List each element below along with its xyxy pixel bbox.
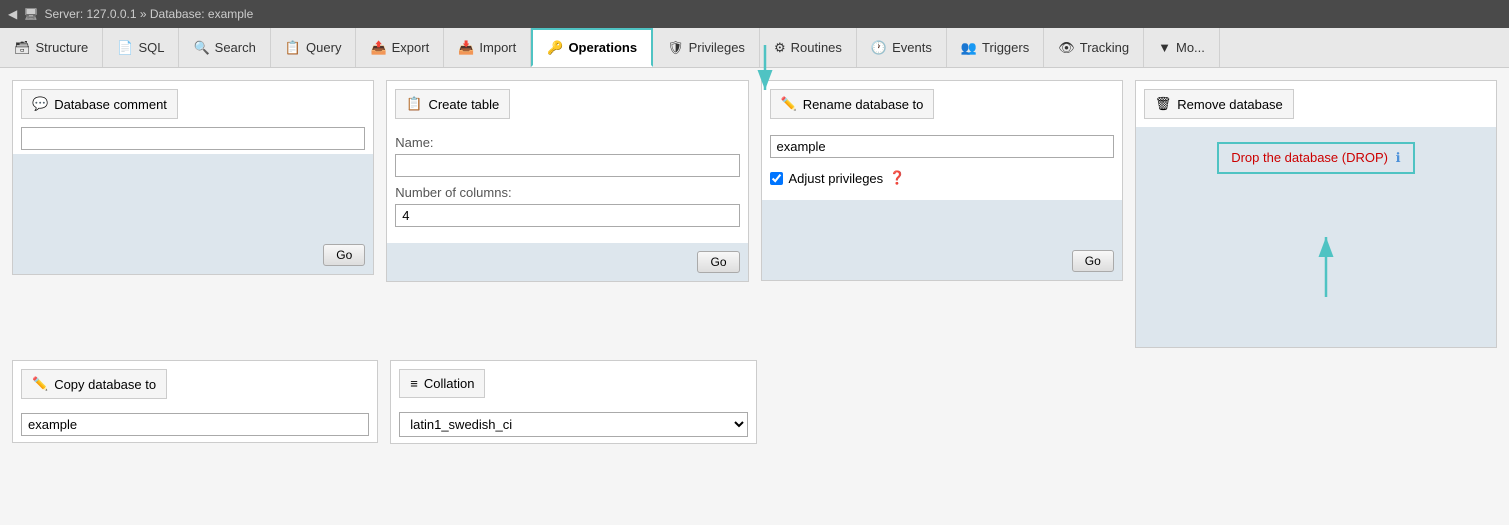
nav-more[interactable]: ▼ Mo... <box>1144 28 1220 67</box>
structure-icon: 🗃 <box>14 40 31 56</box>
rename-db-body: Adjust privileges ❓ <box>762 127 1122 200</box>
db-comment-body: Go <box>13 154 373 274</box>
rename-db-header: ✏️ Rename database to <box>770 89 935 119</box>
more-icon: ▼ <box>1158 40 1171 55</box>
server-icon: 🖥 <box>23 7 38 21</box>
create-table-header: 📋 Create table <box>395 89 510 119</box>
nav-events[interactable]: 🕐 Events <box>857 28 947 67</box>
copy-db-header: ✏️ Copy database to <box>21 369 167 399</box>
import-icon: 📥 <box>458 40 474 56</box>
collation-panel: ≡ Collation latin1_swedish_ci utf8_gener… <box>390 360 756 444</box>
search-icon: 🔍 <box>193 40 209 56</box>
rename-db-footer: Go <box>762 200 1122 280</box>
nav-tracking[interactable]: 👁 Tracking <box>1044 28 1144 67</box>
rename-db-panel: ✏️ Rename database to Adjust privileges … <box>761 80 1123 281</box>
remove-icon: 🗑 <box>1155 96 1172 112</box>
collation-body: latin1_swedish_ci utf8_general_ci utf8mb… <box>391 406 755 443</box>
copy-icon: ✏️ <box>32 376 48 392</box>
events-icon: 🕐 <box>871 40 887 56</box>
nav-search[interactable]: 🔍 Search <box>179 28 270 67</box>
nav-import[interactable]: 📥 Import <box>444 28 531 67</box>
db-comment-panel: 💬 Database comment Go <box>12 80 374 275</box>
nav-operations[interactable]: 🔑 Operations <box>531 28 653 67</box>
create-table-icon: 📋 <box>406 96 422 112</box>
collation-header: ≡ Collation <box>399 369 485 398</box>
rename-db-input[interactable] <box>770 135 1114 158</box>
remove-db-panel: 🗑 Remove database Drop the database (DRO… <box>1135 80 1497 348</box>
comment-icon: 💬 <box>32 96 48 112</box>
back-icon: ◀ <box>8 7 17 21</box>
nav-sql[interactable]: 📄 SQL <box>103 28 179 67</box>
operations-icon: 🔑 <box>547 40 563 56</box>
create-table-body: Name: Number of columns: 4 <box>387 127 747 243</box>
query-icon: 📋 <box>285 40 301 56</box>
nav-export[interactable]: 📤 Export <box>356 28 444 67</box>
copy-db-input[interactable] <box>21 413 369 436</box>
privileges-icon: 🛡 <box>667 40 684 56</box>
panel-row-2: ✏️ Copy database to ≡ Collation latin1_s… <box>12 360 1497 444</box>
db-comment-go-button[interactable]: Go <box>323 244 365 266</box>
title-bar: ◀ 🖥 Server: 127.0.0.1 » Database: exampl… <box>0 0 1509 28</box>
create-table-footer: Go <box>387 243 747 281</box>
rename-db-go-button[interactable]: Go <box>1072 250 1114 272</box>
drop-info-icon: ℹ <box>1396 150 1401 165</box>
adjust-privileges-checkbox[interactable] <box>770 172 783 185</box>
main-content: 💬 Database comment Go 📋 Create table <box>0 68 1509 456</box>
create-table-name-input[interactable] <box>395 154 739 177</box>
panel-row-1: 💬 Database comment Go 📋 Create table <box>12 80 1497 348</box>
nav-query[interactable]: 📋 Query <box>271 28 357 67</box>
nav-bar: 🗃 Structure 📄 SQL 🔍 Search 📋 Query 📤 Exp… <box>0 28 1509 68</box>
create-table-columns-input[interactable]: 4 <box>395 204 739 227</box>
copy-db-body <box>13 407 377 442</box>
db-comment-header: 💬 Database comment <box>21 89 178 119</box>
create-table-go-button[interactable]: Go <box>697 251 739 273</box>
copy-db-panel: ✏️ Copy database to <box>12 360 378 443</box>
title-text: Server: 127.0.0.1 » Database: example <box>44 7 253 21</box>
sql-icon: 📄 <box>117 40 133 56</box>
collation-icon: ≡ <box>410 376 418 391</box>
routines-icon: ⚙ <box>774 40 786 56</box>
nav-structure[interactable]: 🗃 Structure <box>0 28 103 67</box>
remove-db-body: Drop the database (DROP) ℹ <box>1136 127 1496 347</box>
db-comment-input[interactable] <box>21 127 365 150</box>
adjust-privileges-help-icon: ❓ <box>889 170 905 186</box>
remove-db-header: 🗑 Remove database <box>1144 89 1294 119</box>
collation-select[interactable]: latin1_swedish_ci utf8_general_ci utf8mb… <box>399 412 747 437</box>
drop-database-link[interactable]: Drop the database (DROP) ℹ <box>1217 142 1414 174</box>
export-icon: 📤 <box>370 40 386 56</box>
nav-privileges[interactable]: 🛡 Privileges <box>653 28 760 67</box>
create-table-panel: 📋 Create table Name: Number of columns: … <box>386 80 748 282</box>
nav-routines[interactable]: ⚙ Routines <box>760 28 857 67</box>
nav-triggers[interactable]: 👥 Triggers <box>947 28 1044 67</box>
rename-icon: ✏️ <box>781 96 797 112</box>
tracking-icon: 👁 <box>1058 40 1075 56</box>
triggers-icon: 👥 <box>961 40 977 56</box>
